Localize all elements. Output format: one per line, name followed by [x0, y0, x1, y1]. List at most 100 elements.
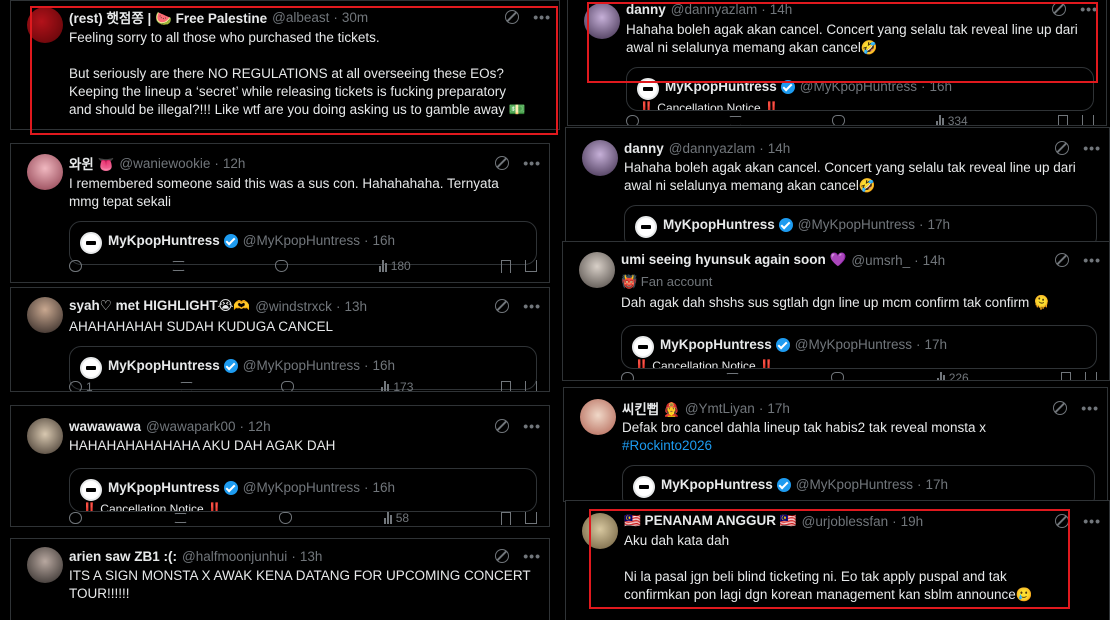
handle[interactable]: @dannyazlam	[671, 2, 758, 17]
timestamp[interactable]: 13h	[300, 549, 323, 564]
display-name[interactable]: 씨킨뻡 👩‍🚒	[622, 398, 680, 418]
display-name[interactable]: danny	[626, 2, 666, 17]
display-name[interactable]: arien saw ZB1 :(:	[69, 549, 177, 564]
retweet-icon[interactable]	[729, 116, 743, 125]
display-name[interactable]: wawawawa	[69, 419, 141, 434]
avatar[interactable]	[582, 513, 618, 549]
quoted-tweet[interactable]: MyKpopHuntress @MyKpopHuntress · 17h	[622, 465, 1095, 501]
like-icon[interactable]	[280, 381, 294, 391]
avatar[interactable]	[27, 418, 63, 454]
handle[interactable]: @YmtLiyan	[685, 401, 755, 416]
views-icon[interactable]	[383, 512, 392, 524]
avatar[interactable]	[580, 399, 616, 435]
grok-icon[interactable]	[1053, 401, 1068, 415]
views-icon[interactable]	[936, 372, 945, 380]
timestamp[interactable]: 12h	[248, 419, 271, 434]
reply-icon[interactable]	[69, 260, 82, 272]
more-icon[interactable]: •••	[1083, 140, 1101, 156]
tweet[interactable]: 🇲🇾 PENANAM ANGGUR 🇲🇾 @urjoblessfan · 19h…	[565, 500, 1110, 620]
retweet-icon[interactable]	[726, 373, 740, 380]
more-icon[interactable]: •••	[523, 418, 541, 434]
timestamp[interactable]: 14h	[768, 141, 791, 156]
grok-icon[interactable]	[1055, 514, 1070, 528]
reply-icon[interactable]	[69, 512, 82, 524]
more-icon[interactable]: •••	[1081, 400, 1099, 416]
like-icon[interactable]	[278, 512, 292, 524]
more-icon[interactable]: •••	[533, 9, 551, 25]
display-name[interactable]: umi seeing hyunsuk again soon 💜	[621, 252, 846, 268]
quoted-tweet[interactable]: MyKpopHuntress @MyKpopHuntress · 16h ‼️ Can…	[626, 67, 1094, 111]
avatar[interactable]	[27, 154, 63, 190]
views-icon[interactable]	[935, 115, 944, 125]
views-icon[interactable]	[378, 260, 387, 272]
timestamp[interactable]: 19h	[901, 514, 924, 529]
grok-icon[interactable]	[495, 419, 510, 433]
display-name[interactable]: (rest) 햇점쫑 | 🍉 Free Palestine	[69, 7, 267, 27]
timestamp[interactable]: 14h	[923, 253, 946, 268]
avatar[interactable]	[582, 140, 618, 176]
tweet[interactable]: umi seeing hyunsuk again soon 💜 @umsrh_ …	[562, 241, 1110, 381]
timestamp[interactable]: 30m	[342, 10, 368, 25]
more-icon[interactable]: •••	[523, 298, 541, 314]
share-icon[interactable]	[1084, 372, 1097, 380]
share-icon[interactable]	[524, 512, 537, 524]
handle[interactable]: @umsrh_	[851, 253, 910, 268]
reply-icon[interactable]	[621, 372, 634, 380]
grok-icon[interactable]	[495, 299, 510, 313]
quoted-tweet[interactable]: MyKpopHuntress @MyKpopHuntress · 17h	[624, 205, 1097, 241]
display-name[interactable]: syah♡ met HIGHLIGHT😭🫶	[69, 298, 250, 314]
quoted-tweet[interactable]: MyKpopHuntress @MyKpopHuntress · 17h ‼️ Can…	[621, 325, 1097, 369]
timestamp[interactable]: 13h	[344, 299, 367, 314]
views-icon[interactable]	[381, 381, 390, 391]
more-icon[interactable]: •••	[1083, 513, 1101, 529]
grok-icon[interactable]	[1052, 2, 1067, 16]
reply-icon[interactable]	[626, 115, 639, 125]
hashtag-link[interactable]: #Rockinto2026	[622, 437, 1095, 455]
timestamp[interactable]: 14h	[770, 2, 793, 17]
avatar[interactable]	[579, 252, 615, 288]
display-name[interactable]: danny	[624, 141, 664, 156]
display-name[interactable]: 🇲🇾 PENANAM ANGGUR 🇲🇾	[624, 513, 797, 529]
share-icon[interactable]	[524, 381, 537, 391]
bookmark-icon[interactable]	[500, 511, 511, 525]
quoted-tweet[interactable]: MyKpopHuntress @MyKpopHuntress · 16h ‼️ Can…	[69, 468, 537, 512]
retweet-icon[interactable]	[180, 382, 194, 391]
share-icon[interactable]	[1081, 115, 1094, 125]
retweet-icon[interactable]	[173, 513, 187, 523]
tweet[interactable]: danny @dannyazlam · 14h ••• Hahaha boleh…	[567, 0, 1107, 126]
more-icon[interactable]: •••	[1080, 1, 1098, 17]
tweet[interactable]: (rest) 햇점쫑 | 🍉 Free Palestine @albeast ·…	[10, 0, 560, 130]
reply-icon[interactable]	[69, 381, 82, 391]
more-icon[interactable]: •••	[1083, 252, 1101, 268]
timestamp[interactable]: 12h	[223, 156, 246, 171]
handle[interactable]: @albeast	[272, 10, 329, 25]
handle[interactable]: @waniewookie	[119, 156, 210, 171]
retweet-icon[interactable]	[172, 261, 186, 271]
handle[interactable]: @halfmoonjunhui	[182, 549, 287, 564]
avatar[interactable]	[27, 297, 63, 333]
avatar[interactable]	[584, 3, 620, 39]
tweet[interactable]: 씨킨뻡 👩‍🚒 @YmtLiyan · 17h ••• Defak bro ca…	[563, 387, 1108, 502]
like-icon[interactable]	[831, 372, 845, 380]
handle[interactable]: @windstrxck	[255, 299, 332, 314]
tweet[interactable]: 와윈 👅 @waniewookie · 12h ••• I remembered…	[10, 143, 550, 283]
handle[interactable]: @urjoblessfan	[802, 514, 889, 529]
avatar[interactable]	[27, 7, 63, 43]
more-icon[interactable]: •••	[523, 155, 541, 171]
tweet[interactable]: syah♡ met HIGHLIGHT😭🫶 @windstrxck · 13h …	[10, 287, 550, 392]
grok-icon[interactable]	[505, 10, 520, 24]
display-name[interactable]: 와윈 👅	[69, 153, 114, 173]
tweet[interactable]: danny @dannyazlam · 14h ••• Hahaha boleh…	[565, 127, 1110, 242]
bookmark-icon[interactable]	[1057, 114, 1068, 125]
avatar[interactable]	[27, 547, 63, 583]
grok-icon[interactable]	[495, 549, 510, 563]
bookmark-icon[interactable]	[500, 259, 511, 273]
more-icon[interactable]: •••	[523, 548, 541, 564]
like-icon[interactable]	[275, 260, 289, 272]
like-icon[interactable]	[832, 115, 846, 125]
timestamp[interactable]: 17h	[767, 401, 790, 416]
handle[interactable]: @dannyazlam	[669, 141, 756, 156]
grok-icon[interactable]	[1055, 141, 1070, 155]
bookmark-icon[interactable]	[1060, 371, 1071, 380]
grok-icon[interactable]	[1055, 253, 1070, 267]
